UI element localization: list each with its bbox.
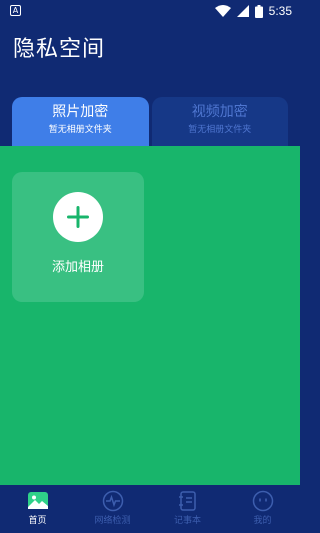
bottom-nav: 首页 网络检测 记事本 我的	[0, 485, 300, 533]
tab-subtitle: 暂无相册文件夹	[48, 125, 112, 135]
signal-icon	[236, 5, 249, 17]
tab-label: 照片加密	[52, 104, 109, 120]
tab-label: 视频加密	[191, 104, 248, 120]
nav-label: 我的	[253, 516, 272, 526]
tab-photo-encrypt[interactable]: 照片加密 暂无相册文件夹	[12, 97, 149, 146]
add-album-label: 添加相册	[51, 260, 104, 275]
nav-item-profile[interactable]: 我的	[225, 485, 300, 533]
plus-icon	[53, 192, 103, 242]
home-image-icon	[27, 492, 48, 509]
status-time: 5:35	[268, 4, 292, 18]
nav-item-home[interactable]: 首页	[0, 485, 75, 533]
nav-item-notebook[interactable]: 记事本	[150, 485, 225, 533]
add-album-button[interactable]: 添加相册	[12, 172, 144, 302]
tab-video-encrypt[interactable]: 视频加密 暂无相册文件夹	[151, 97, 288, 146]
status-icons: 5:35	[214, 4, 292, 18]
tab-subtitle: 暂无相册文件夹	[188, 125, 252, 135]
status-bar: A 5:35	[0, 0, 300, 24]
tab-bar: 照片加密 暂无相册文件夹 视频加密 暂无相册文件夹	[12, 97, 288, 146]
battery-icon	[254, 4, 263, 18]
header: 隐私空间 照片加密 暂无相册文件夹 视频加密 暂无相册文件夹	[0, 24, 300, 146]
nav-item-network-check[interactable]: 网络检测	[75, 485, 150, 533]
nav-label: 网络检测	[94, 516, 131, 526]
page-title: 隐私空间	[13, 37, 106, 62]
album-grid: 添加相册	[0, 146, 300, 485]
notebook-icon	[178, 491, 196, 511]
nav-label: 首页	[28, 516, 47, 526]
notification-icon: A	[10, 5, 21, 16]
profile-face-icon	[252, 490, 273, 512]
wifi-icon	[214, 5, 231, 17]
network-pulse-icon	[102, 490, 123, 512]
nav-label: 记事本	[173, 516, 201, 526]
